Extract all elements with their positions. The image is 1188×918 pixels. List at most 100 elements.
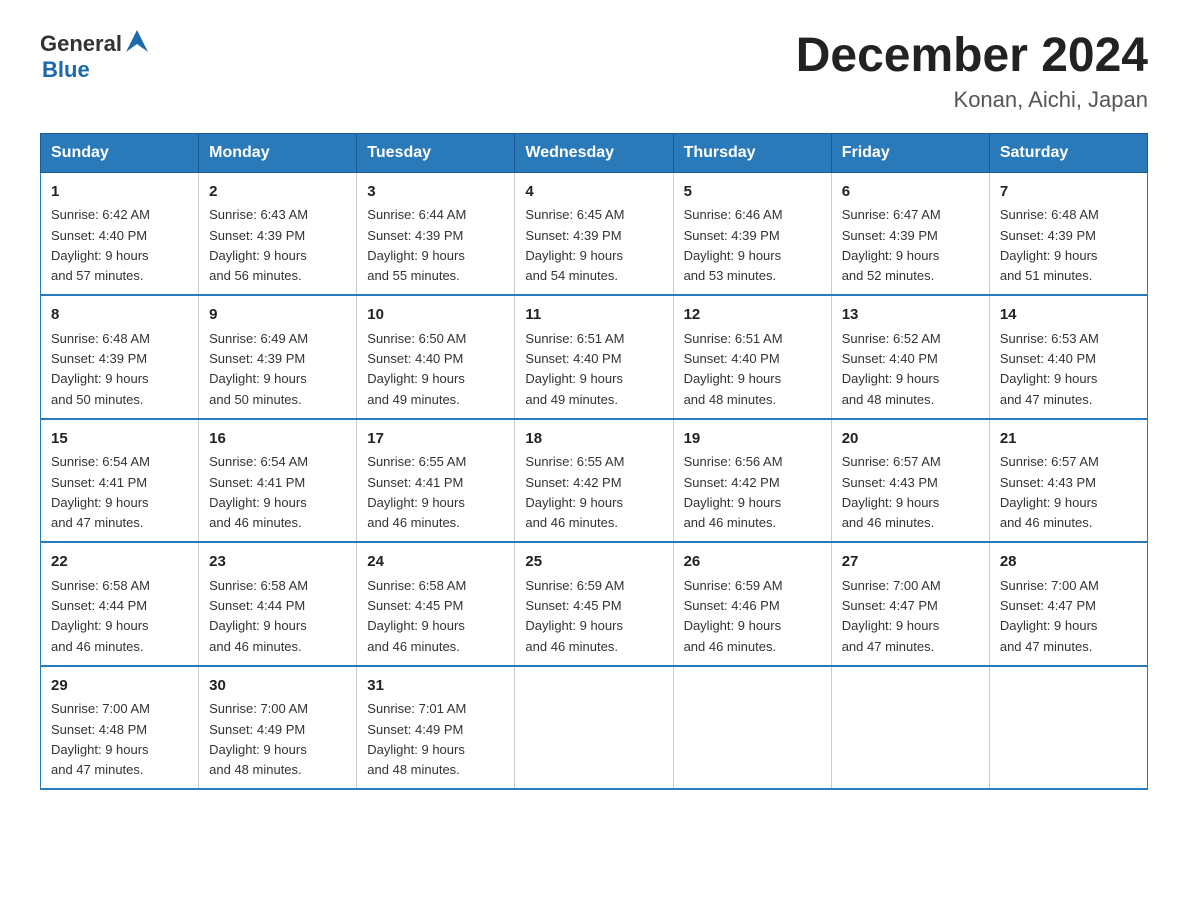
day-number: 1 bbox=[51, 181, 188, 204]
day-number: 24 bbox=[367, 551, 504, 574]
day-cell bbox=[831, 666, 989, 790]
day-info: Sunrise: 6:58 AM Sunset: 4:44 PM Dayligh… bbox=[209, 578, 308, 654]
day-cell: 16 Sunrise: 6:54 AM Sunset: 4:41 PM Dayl… bbox=[199, 419, 357, 543]
day-number: 20 bbox=[842, 428, 979, 451]
day-number: 27 bbox=[842, 551, 979, 574]
day-info: Sunrise: 6:57 AM Sunset: 4:43 PM Dayligh… bbox=[842, 454, 941, 530]
week-row-1: 1 Sunrise: 6:42 AM Sunset: 4:40 PM Dayli… bbox=[41, 172, 1148, 295]
day-info: Sunrise: 7:00 AM Sunset: 4:47 PM Dayligh… bbox=[1000, 578, 1099, 654]
day-number: 11 bbox=[525, 304, 662, 327]
day-number: 2 bbox=[209, 181, 346, 204]
day-info: Sunrise: 6:43 AM Sunset: 4:39 PM Dayligh… bbox=[209, 207, 308, 283]
day-number: 28 bbox=[1000, 551, 1137, 574]
day-number: 7 bbox=[1000, 181, 1137, 204]
day-info: Sunrise: 6:46 AM Sunset: 4:39 PM Dayligh… bbox=[684, 207, 783, 283]
day-info: Sunrise: 6:54 AM Sunset: 4:41 PM Dayligh… bbox=[51, 454, 150, 530]
day-cell: 28 Sunrise: 7:00 AM Sunset: 4:47 PM Dayl… bbox=[989, 542, 1147, 666]
day-cell: 31 Sunrise: 7:01 AM Sunset: 4:49 PM Dayl… bbox=[357, 666, 515, 790]
logo-blue-text: Blue bbox=[42, 57, 90, 83]
logo-general-text: General bbox=[40, 31, 122, 57]
day-number: 17 bbox=[367, 428, 504, 451]
day-cell: 21 Sunrise: 6:57 AM Sunset: 4:43 PM Dayl… bbox=[989, 419, 1147, 543]
day-info: Sunrise: 6:52 AM Sunset: 4:40 PM Dayligh… bbox=[842, 331, 941, 407]
day-number: 13 bbox=[842, 304, 979, 327]
day-cell: 3 Sunrise: 6:44 AM Sunset: 4:39 PM Dayli… bbox=[357, 172, 515, 295]
day-number: 21 bbox=[1000, 428, 1137, 451]
day-number: 29 bbox=[51, 675, 188, 698]
day-cell bbox=[673, 666, 831, 790]
day-cell: 9 Sunrise: 6:49 AM Sunset: 4:39 PM Dayli… bbox=[199, 295, 357, 419]
logo-arrow-icon bbox=[126, 30, 148, 57]
day-number: 14 bbox=[1000, 304, 1137, 327]
day-info: Sunrise: 7:00 AM Sunset: 4:47 PM Dayligh… bbox=[842, 578, 941, 654]
day-cell: 6 Sunrise: 6:47 AM Sunset: 4:39 PM Dayli… bbox=[831, 172, 989, 295]
day-info: Sunrise: 6:59 AM Sunset: 4:46 PM Dayligh… bbox=[684, 578, 783, 654]
day-info: Sunrise: 6:51 AM Sunset: 4:40 PM Dayligh… bbox=[525, 331, 624, 407]
week-row-3: 15 Sunrise: 6:54 AM Sunset: 4:41 PM Dayl… bbox=[41, 419, 1148, 543]
day-info: Sunrise: 6:55 AM Sunset: 4:41 PM Dayligh… bbox=[367, 454, 466, 530]
day-cell: 13 Sunrise: 6:52 AM Sunset: 4:40 PM Dayl… bbox=[831, 295, 989, 419]
day-cell: 4 Sunrise: 6:45 AM Sunset: 4:39 PM Dayli… bbox=[515, 172, 673, 295]
day-info: Sunrise: 6:58 AM Sunset: 4:45 PM Dayligh… bbox=[367, 578, 466, 654]
day-info: Sunrise: 6:57 AM Sunset: 4:43 PM Dayligh… bbox=[1000, 454, 1099, 530]
page-header: General Blue December 2024 Konan, Aichi,… bbox=[40, 30, 1148, 113]
day-cell: 2 Sunrise: 6:43 AM Sunset: 4:39 PM Dayli… bbox=[199, 172, 357, 295]
day-info: Sunrise: 6:50 AM Sunset: 4:40 PM Dayligh… bbox=[367, 331, 466, 407]
day-info: Sunrise: 6:54 AM Sunset: 4:41 PM Dayligh… bbox=[209, 454, 308, 530]
col-header-saturday: Saturday bbox=[989, 133, 1147, 172]
day-cell: 7 Sunrise: 6:48 AM Sunset: 4:39 PM Dayli… bbox=[989, 172, 1147, 295]
calendar-table: SundayMondayTuesdayWednesdayThursdayFrid… bbox=[40, 133, 1148, 791]
day-cell: 8 Sunrise: 6:48 AM Sunset: 4:39 PM Dayli… bbox=[41, 295, 199, 419]
day-info: Sunrise: 6:48 AM Sunset: 4:39 PM Dayligh… bbox=[1000, 207, 1099, 283]
day-number: 19 bbox=[684, 428, 821, 451]
col-header-wednesday: Wednesday bbox=[515, 133, 673, 172]
day-info: Sunrise: 6:45 AM Sunset: 4:39 PM Dayligh… bbox=[525, 207, 624, 283]
day-cell: 5 Sunrise: 6:46 AM Sunset: 4:39 PM Dayli… bbox=[673, 172, 831, 295]
day-info: Sunrise: 6:42 AM Sunset: 4:40 PM Dayligh… bbox=[51, 207, 150, 283]
week-row-4: 22 Sunrise: 6:58 AM Sunset: 4:44 PM Dayl… bbox=[41, 542, 1148, 666]
logo: General Blue bbox=[40, 30, 148, 83]
day-cell bbox=[989, 666, 1147, 790]
day-number: 12 bbox=[684, 304, 821, 327]
day-cell: 15 Sunrise: 6:54 AM Sunset: 4:41 PM Dayl… bbox=[41, 419, 199, 543]
week-row-2: 8 Sunrise: 6:48 AM Sunset: 4:39 PM Dayli… bbox=[41, 295, 1148, 419]
day-number: 30 bbox=[209, 675, 346, 698]
day-number: 5 bbox=[684, 181, 821, 204]
day-cell: 20 Sunrise: 6:57 AM Sunset: 4:43 PM Dayl… bbox=[831, 419, 989, 543]
day-cell bbox=[515, 666, 673, 790]
day-info: Sunrise: 6:44 AM Sunset: 4:39 PM Dayligh… bbox=[367, 207, 466, 283]
col-header-monday: Monday bbox=[199, 133, 357, 172]
day-info: Sunrise: 7:00 AM Sunset: 4:49 PM Dayligh… bbox=[209, 701, 308, 777]
day-number: 9 bbox=[209, 304, 346, 327]
day-number: 4 bbox=[525, 181, 662, 204]
day-cell: 30 Sunrise: 7:00 AM Sunset: 4:49 PM Dayl… bbox=[199, 666, 357, 790]
day-number: 8 bbox=[51, 304, 188, 327]
day-number: 18 bbox=[525, 428, 662, 451]
title-block: December 2024 Konan, Aichi, Japan bbox=[796, 30, 1148, 113]
col-header-tuesday: Tuesday bbox=[357, 133, 515, 172]
day-info: Sunrise: 6:58 AM Sunset: 4:44 PM Dayligh… bbox=[51, 578, 150, 654]
header-row: SundayMondayTuesdayWednesdayThursdayFrid… bbox=[41, 133, 1148, 172]
day-info: Sunrise: 6:49 AM Sunset: 4:39 PM Dayligh… bbox=[209, 331, 308, 407]
day-cell: 17 Sunrise: 6:55 AM Sunset: 4:41 PM Dayl… bbox=[357, 419, 515, 543]
day-info: Sunrise: 6:55 AM Sunset: 4:42 PM Dayligh… bbox=[525, 454, 624, 530]
day-number: 16 bbox=[209, 428, 346, 451]
day-cell: 29 Sunrise: 7:00 AM Sunset: 4:48 PM Dayl… bbox=[41, 666, 199, 790]
day-number: 3 bbox=[367, 181, 504, 204]
day-info: Sunrise: 6:51 AM Sunset: 4:40 PM Dayligh… bbox=[684, 331, 783, 407]
day-cell: 23 Sunrise: 6:58 AM Sunset: 4:44 PM Dayl… bbox=[199, 542, 357, 666]
page-subtitle: Konan, Aichi, Japan bbox=[796, 87, 1148, 113]
day-cell: 10 Sunrise: 6:50 AM Sunset: 4:40 PM Dayl… bbox=[357, 295, 515, 419]
week-row-5: 29 Sunrise: 7:00 AM Sunset: 4:48 PM Dayl… bbox=[41, 666, 1148, 790]
page-title: December 2024 bbox=[796, 30, 1148, 83]
day-cell: 11 Sunrise: 6:51 AM Sunset: 4:40 PM Dayl… bbox=[515, 295, 673, 419]
day-number: 6 bbox=[842, 181, 979, 204]
col-header-sunday: Sunday bbox=[41, 133, 199, 172]
day-info: Sunrise: 7:00 AM Sunset: 4:48 PM Dayligh… bbox=[51, 701, 150, 777]
day-number: 26 bbox=[684, 551, 821, 574]
day-number: 23 bbox=[209, 551, 346, 574]
day-info: Sunrise: 6:56 AM Sunset: 4:42 PM Dayligh… bbox=[684, 454, 783, 530]
col-header-friday: Friday bbox=[831, 133, 989, 172]
day-info: Sunrise: 6:53 AM Sunset: 4:40 PM Dayligh… bbox=[1000, 331, 1099, 407]
day-cell: 24 Sunrise: 6:58 AM Sunset: 4:45 PM Dayl… bbox=[357, 542, 515, 666]
